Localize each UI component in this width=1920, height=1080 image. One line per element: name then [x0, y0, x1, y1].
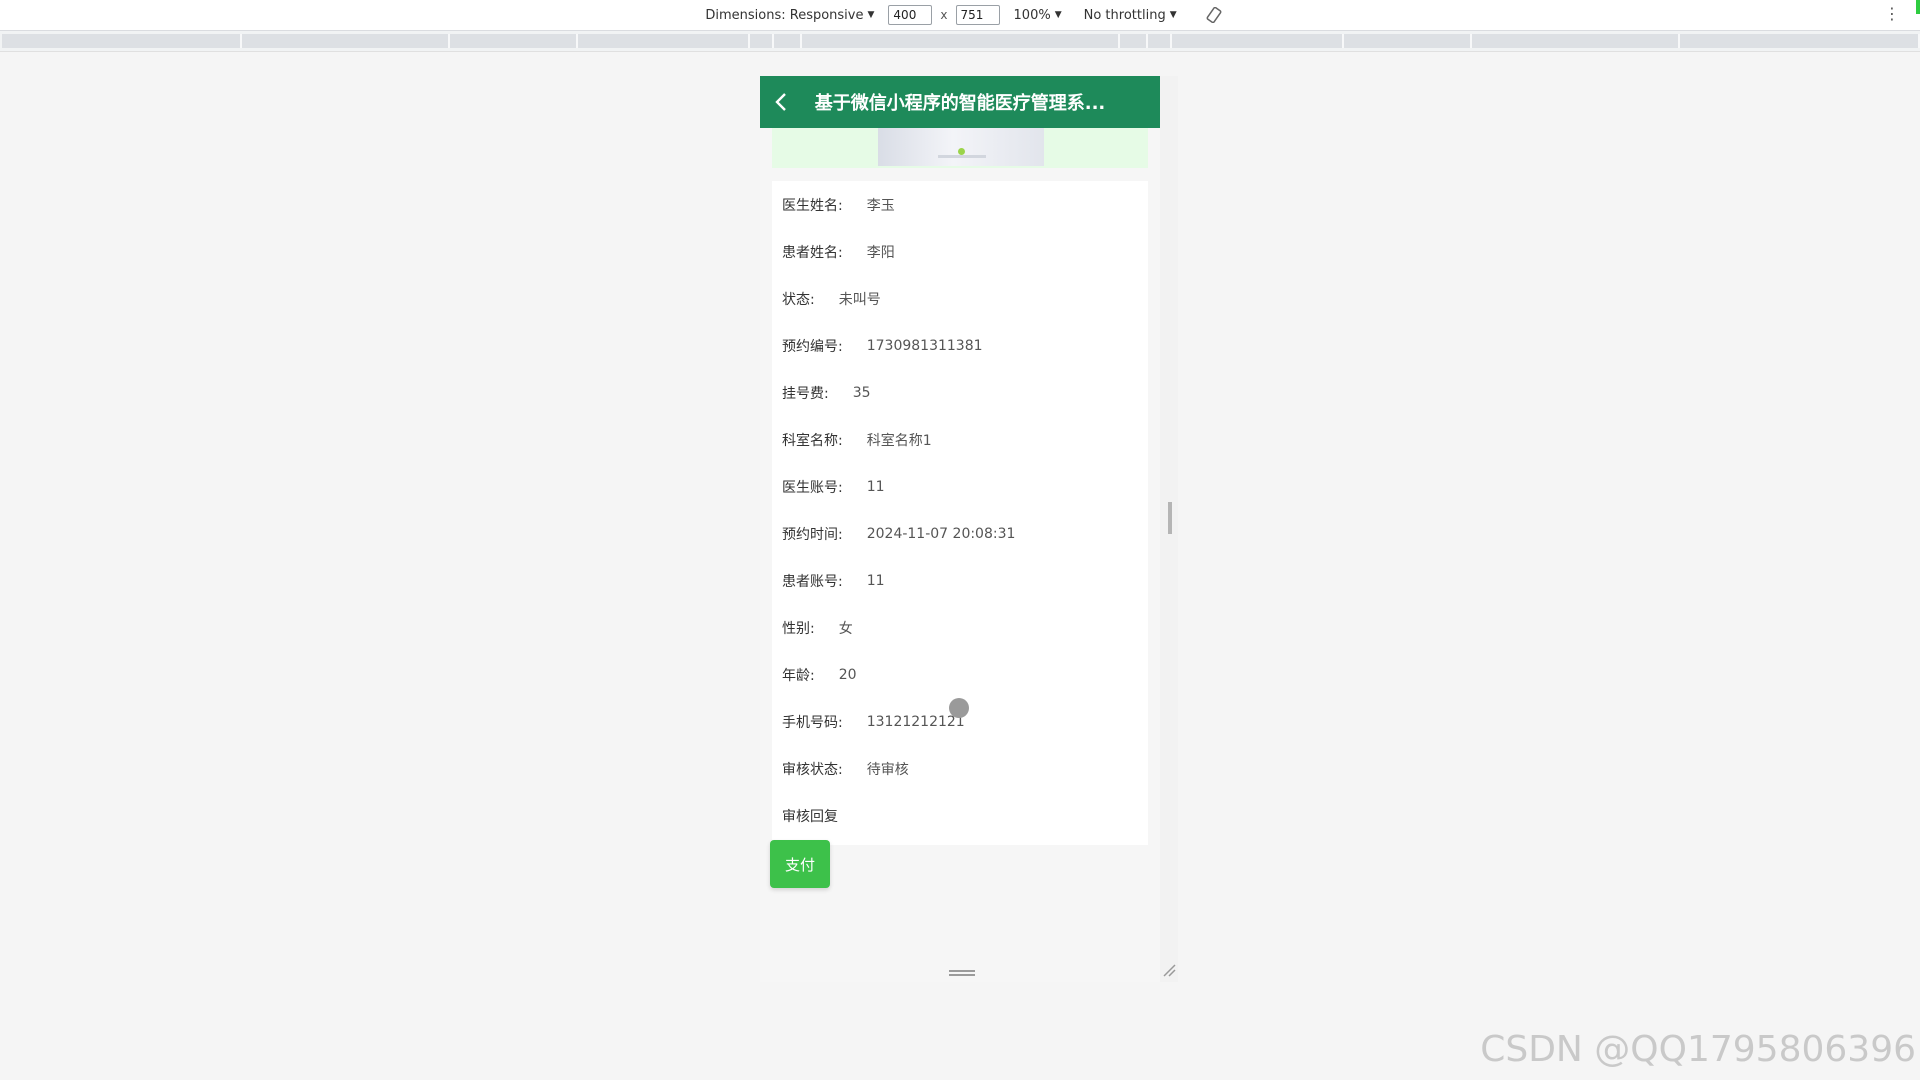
field-label: 患者账号:: [782, 574, 843, 590]
field-value: 女: [838, 621, 853, 637]
dimension-separator: x: [940, 8, 948, 22]
field-row-patient-account: 患者账号: 11: [782, 571, 885, 591]
field-row-doctor-name: 医生姓名: 李玉: [782, 195, 895, 215]
field-label: 预约时间:: [782, 527, 843, 543]
field-row-department-name: 科室名称: 科室名称1: [782, 430, 932, 450]
banner: [772, 128, 1148, 168]
field-value: 11: [866, 573, 885, 589]
page-title: 基于微信小程序的智能医疗管理系...: [814, 93, 1106, 114]
back-arrow-icon[interactable]: [770, 90, 794, 114]
height-input[interactable]: [955, 5, 1000, 25]
media-query-segment[interactable]: [2, 34, 242, 48]
media-query-segment[interactable]: [1680, 34, 1920, 48]
field-row-phone: 手机号码: 13121212121: [782, 712, 965, 732]
field-row-review-reply: 审核回复: [782, 806, 862, 826]
field-value: 李阳: [866, 245, 895, 261]
field-value: 35: [852, 385, 871, 401]
zoom-label: 100%: [1013, 7, 1051, 23]
media-query-segment[interactable]: [1172, 34, 1344, 48]
media-query-segment[interactable]: [450, 34, 578, 48]
field-value: 1730981311381: [866, 338, 983, 354]
field-value: 待审核: [866, 762, 909, 778]
chevron-down-icon: ▼: [1169, 10, 1177, 20]
media-query-bar: [0, 31, 1920, 52]
media-query-segment[interactable]: [578, 34, 750, 48]
field-label: 医生姓名:: [782, 198, 843, 214]
media-query-segment[interactable]: [802, 34, 1120, 48]
field-label: 医生账号:: [782, 480, 843, 496]
carousel-indicator: [958, 148, 965, 155]
device-resize-handle-right[interactable]: [1168, 502, 1172, 534]
device-frame: 基于微信小程序的智能医疗管理系... 医生姓名: 李玉 患者姓名: 李阳 状态:…: [760, 76, 1178, 982]
media-query-segment[interactable]: [750, 34, 774, 48]
rotate-icon[interactable]: [1205, 6, 1223, 24]
field-label: 患者姓名:: [782, 245, 843, 261]
touch-cursor: [949, 698, 969, 718]
detail-card: 医生姓名: 李玉 患者姓名: 李阳 状态: 未叫号 预约编号: 17309813…: [772, 181, 1148, 845]
media-query-segment[interactable]: [774, 34, 802, 48]
media-query-segment[interactable]: [1148, 34, 1172, 48]
field-label: 审核状态:: [782, 762, 843, 778]
field-label: 审核回复: [782, 809, 838, 825]
field-label: 科室名称:: [782, 433, 843, 449]
field-row-patient-name: 患者姓名: 李阳: [782, 242, 895, 262]
field-row-registration-fee: 挂号费: 35: [782, 383, 871, 403]
watermark: CSDN @QQ1795806396: [1480, 1029, 1916, 1070]
field-row-review-status: 审核状态: 待审核: [782, 759, 909, 779]
field-label: 挂号费:: [782, 386, 829, 402]
field-row-age: 年龄: 20: [782, 665, 857, 685]
media-query-segment[interactable]: [242, 34, 450, 48]
field-row-appointment-time: 预约时间: 2024-11-07 20:08:31: [782, 524, 1015, 544]
field-label: 手机号码:: [782, 715, 843, 731]
chevron-down-icon: ▼: [1054, 10, 1062, 20]
resize-corner-icon[interactable]: [1162, 962, 1176, 977]
dimensions-dropdown[interactable]: Dimensions: Responsive ▼: [705, 8, 874, 23]
banner-image[interactable]: [878, 128, 1044, 166]
field-value: 李玉: [866, 198, 895, 214]
pay-button[interactable]: 支付: [770, 840, 830, 888]
dimensions-label: Dimensions: Responsive: [705, 7, 864, 23]
banner-caption: [938, 155, 986, 158]
width-input[interactable]: [888, 5, 933, 25]
device-toolbar: Dimensions: Responsive ▼ x 100% ▼ No thr…: [0, 0, 1920, 31]
device-toolbar-controls: Dimensions: Responsive ▼ x 100% ▼ No thr…: [697, 5, 1222, 25]
status-indicator: [1916, 0, 1920, 14]
throttling-dropdown[interactable]: No throttling ▼: [1084, 8, 1177, 23]
media-query-segment[interactable]: [1120, 34, 1148, 48]
field-row-gender: 性别: 女: [782, 618, 853, 638]
field-label: 性别:: [782, 621, 815, 637]
field-value: 2024-11-07 20:08:31: [866, 526, 1016, 542]
field-row-doctor-account: 医生账号: 11: [782, 477, 885, 497]
field-value: 未叫号: [838, 292, 881, 308]
field-value: 科室名称1: [866, 433, 932, 449]
field-row-status: 状态: 未叫号: [782, 289, 881, 309]
media-query-segment[interactable]: [1472, 34, 1680, 48]
field-value: 20: [838, 667, 857, 683]
field-label: 状态:: [782, 292, 815, 308]
throttling-label: No throttling: [1083, 7, 1166, 23]
zoom-dropdown[interactable]: 100% ▼: [1014, 8, 1062, 23]
navigation-bar: 基于微信小程序的智能医疗管理系...: [760, 76, 1160, 128]
field-value: 13121212121: [866, 714, 965, 730]
more-options-icon[interactable]: ⋮: [1884, 4, 1900, 23]
mini-program-viewport: 基于微信小程序的智能医疗管理系... 医生姓名: 李玉 患者姓名: 李阳 状态:…: [760, 76, 1160, 982]
field-label: 年龄:: [782, 668, 815, 684]
field-label: 预约编号:: [782, 339, 843, 355]
media-query-segment[interactable]: [1344, 34, 1472, 48]
field-value: 11: [866, 479, 885, 495]
field-row-appointment-number: 预约编号: 1730981311381: [782, 336, 983, 356]
device-resize-handle-bottom[interactable]: [949, 970, 975, 976]
chevron-down-icon: ▼: [867, 10, 875, 20]
